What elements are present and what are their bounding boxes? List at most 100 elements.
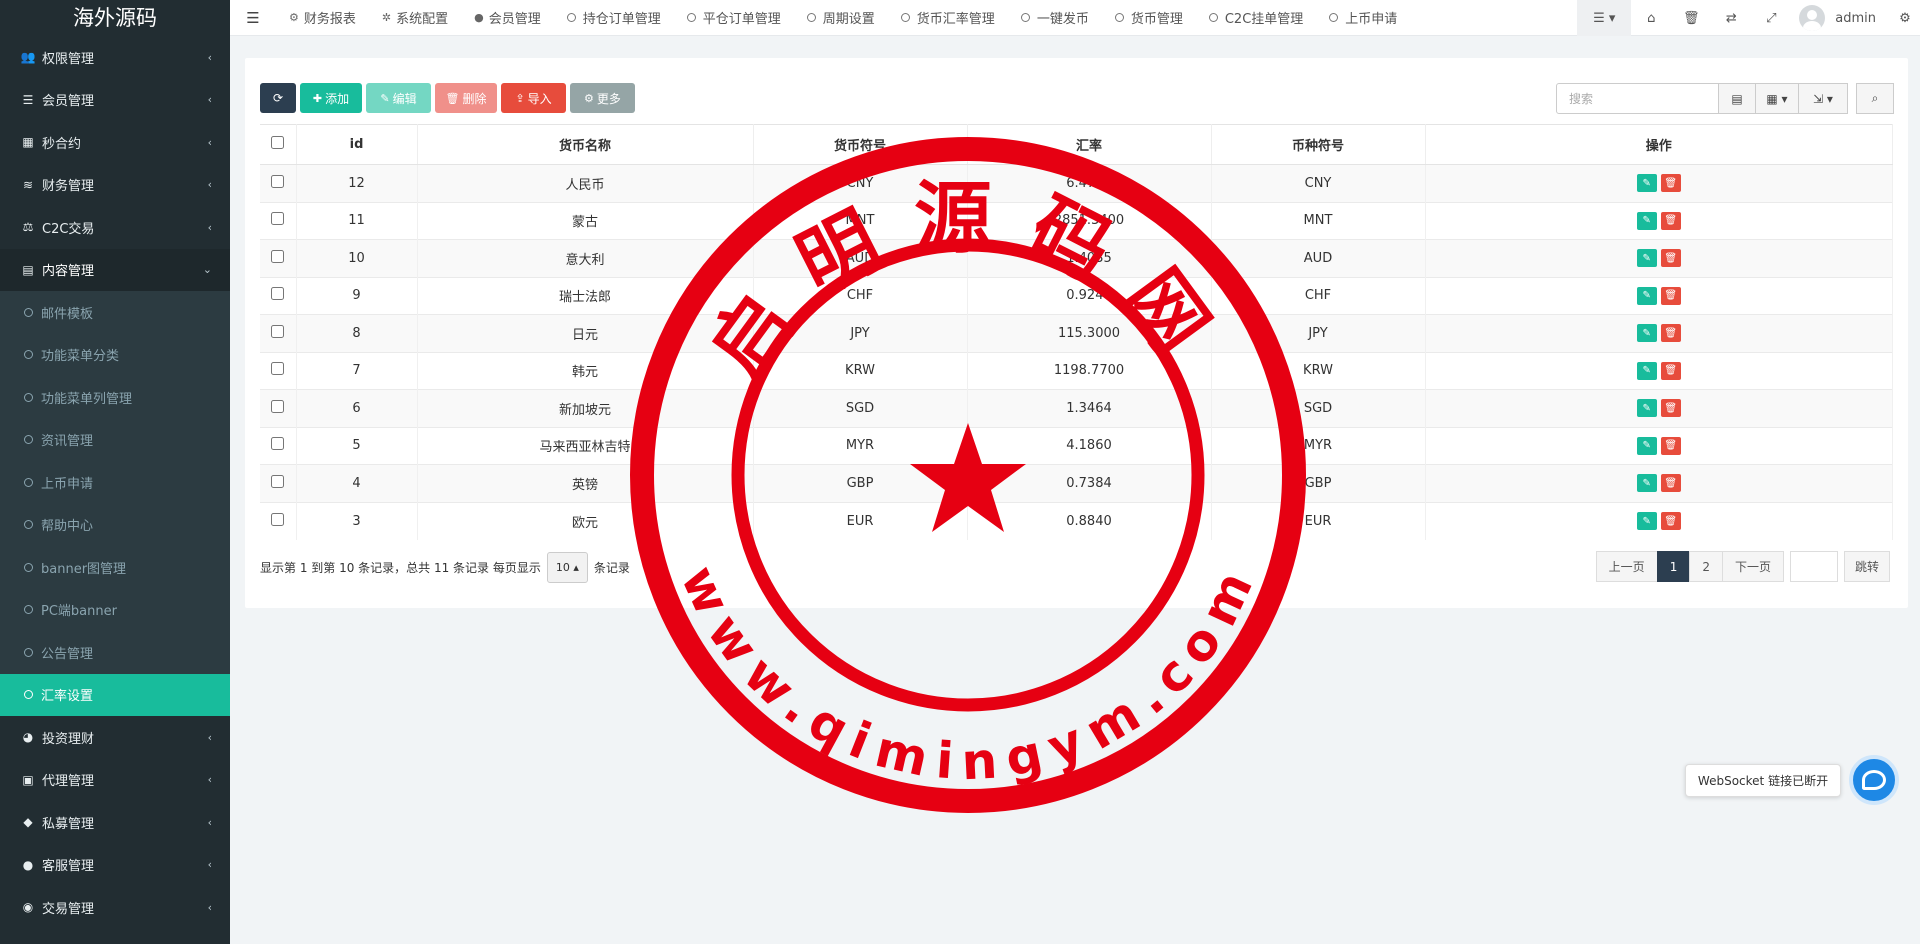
menu-toggle-button[interactable]: ☰ ▾ [1577,0,1632,36]
col-rate[interactable]: 汇率 [967,124,1212,165]
col-id[interactable]: id [296,124,418,165]
col-symbol[interactable]: 币种符号 [1211,124,1426,165]
tab[interactable]: 一键发币 [1008,0,1102,36]
settings-icon[interactable]: ⚙ [1890,0,1920,36]
row-checkbox[interactable] [271,212,285,226]
page-2-button[interactable]: 2 [1689,551,1723,582]
submenu-item[interactable]: 帮助中心 [0,504,230,547]
sidebar-item-diamond[interactable]: ◆ 私募管理 ‹ [0,801,230,844]
search-button[interactable]: ⌕ [1856,83,1894,114]
tab[interactable]: 上币申请 [1316,0,1410,36]
jump-page-input[interactable] [1789,551,1838,582]
row-delete-icon[interactable]: 🗑 [1660,249,1681,268]
more-button[interactable]: ⚙ 更多 [570,83,635,113]
submenu-item[interactable]: PC端banner [0,589,230,632]
submenu-item[interactable]: 功能菜单列管理 [0,376,230,419]
row-checkbox[interactable] [271,174,285,188]
row-delete-icon[interactable]: 🗑 [1660,324,1681,343]
submenu-item[interactable]: 汇率设置 [0,673,230,716]
table-row[interactable]: 4 英镑 GBP 0.7384 GBP ✎ 🗑 [260,464,1893,502]
row-checkbox[interactable] [271,399,285,413]
row-edit-icon[interactable]: ✎ [1636,286,1657,305]
export-button[interactable]: ⇲ ▾ [1798,83,1848,114]
row-edit-icon[interactable]: ✎ [1636,361,1657,380]
refresh-button[interactable]: ⟳ [260,83,296,113]
row-checkbox[interactable] [271,437,285,451]
tab[interactable]: ⚙ 财务报表 [276,0,369,36]
row-delete-icon[interactable]: 🗑 [1660,286,1681,305]
row-edit-icon[interactable]: ✎ [1636,399,1657,418]
table-row[interactable]: 8 日元 JPY 115.3000 JPY ✎ 🗑 [260,314,1893,352]
tab[interactable]: 平仓订单管理 [674,0,794,36]
row-delete-icon[interactable]: 🗑 [1660,211,1681,230]
col-name[interactable]: 货币名称 [417,124,754,165]
row-checkbox[interactable] [271,249,285,263]
tab[interactable]: C2C挂单管理 [1196,0,1316,36]
row-edit-icon[interactable]: ✎ [1636,174,1657,193]
sidebar-item-scale[interactable]: ⚖ C2C交易 ‹ [0,206,230,249]
jump-button[interactable]: 跳转 [1843,551,1890,582]
row-delete-icon[interactable]: 🗑 [1660,399,1681,418]
tab[interactable]: ✲ 系统配置 [369,0,461,36]
submenu-item[interactable]: 资讯管理 [0,419,230,462]
sidebar-item-calendar[interactable]: ▦ 秒合约 ‹ [0,121,230,164]
tab[interactable]: 持仓订单管理 [554,0,674,36]
submenu-item[interactable]: 邮件模板 [0,291,230,334]
sidebar-item-comment[interactable]: ● 客服管理 ‹ [0,844,230,887]
trash-icon[interactable]: 🗑 [1671,0,1711,36]
fullscreen-icon[interactable]: ⤢ [1751,0,1791,36]
toggle-view-button[interactable]: ▤ [1718,83,1756,114]
row-checkbox[interactable] [271,287,285,301]
row-checkbox[interactable] [271,324,285,338]
row-delete-icon[interactable]: 🗑 [1660,512,1681,530]
row-edit-icon[interactable]: ✎ [1636,474,1657,493]
row-edit-icon[interactable]: ✎ [1636,512,1657,530]
tab[interactable]: 周期设置 [794,0,888,36]
sidebar-item-compass[interactable]: ◕ 投资理财 ‹ [0,716,230,759]
delete-button[interactable]: 🗑 删除 [435,83,497,113]
row-checkbox[interactable] [271,474,285,488]
row-edit-icon[interactable]: ✎ [1636,211,1657,230]
row-checkbox[interactable] [271,512,285,526]
table-row[interactable]: 5 马来西亚林吉特 MYR 4.1860 MYR ✎ 🗑 [260,426,1893,465]
tab[interactable]: ● 会员管理 [461,0,554,36]
chat-bubble-icon[interactable] [1849,755,1899,805]
row-edit-icon[interactable]: ✎ [1636,249,1657,268]
language-icon[interactable]: ⇄ [1711,0,1751,36]
table-row[interactable]: 11 蒙古 MNT 2851.3400 MNT ✎ 🗑 [260,201,1893,240]
tab[interactable]: 货币汇率管理 [888,0,1008,36]
table-row[interactable]: 12 人民币 CNY 6.4713 CNY ✎ 🗑 [260,164,1893,202]
row-delete-icon[interactable]: 🗑 [1660,474,1681,493]
table-row[interactable]: 9 瑞士法郎 CHF 0.9240 CHF ✎ 🗑 [260,276,1893,315]
sidebar-item-briefcase[interactable]: ▣ 代理管理 ‹ [0,759,230,802]
table-row[interactable]: 3 欧元 EUR 0.8840 EUR ✎ 🗑 [260,501,1893,540]
columns-button[interactable]: ▦ ▾ [1755,83,1799,114]
table-row[interactable]: 10 意大利 AUD 1.4035 AUD ✎ 🗑 [260,239,1893,277]
submenu-item[interactable]: 公告管理 [0,631,230,674]
sidebar-item-content[interactable]: ▤ 内容管理 ⌄ [0,248,230,291]
prev-page-button[interactable]: 上一页 [1595,551,1658,582]
search-input[interactable] [1556,83,1728,114]
table-row[interactable]: 7 韩元 KRW 1198.7700 KRW ✎ 🗑 [260,351,1893,390]
hamburger-icon[interactable]: ☰ [230,9,276,27]
add-button[interactable]: ✚ 添加 [300,83,362,113]
user-menu[interactable]: admin [1791,0,1890,36]
select-all-checkbox[interactable] [271,136,285,149]
sidebar-item-users[interactable]: 👥 权限管理 ‹ [0,36,230,79]
sidebar-item-list[interactable]: ☰ 会员管理 ‹ [0,79,230,122]
col-code[interactable]: 货币符号 [753,124,968,165]
tab[interactable]: 货币管理 [1102,0,1196,36]
page-size-select[interactable]: 10 ▴ [546,552,588,583]
sidebar-item-eye[interactable]: ◉ 交易管理 ‹ [0,886,230,929]
submenu-item[interactable]: 上币申请 [0,461,230,504]
row-checkbox[interactable] [271,362,285,376]
table-row[interactable]: 6 新加坡元 SGD 1.3464 SGD ✎ 🗑 [260,389,1893,427]
next-page-button[interactable]: 下一页 [1721,551,1784,582]
home-icon[interactable]: ⌂ [1631,0,1671,36]
submenu-item[interactable]: banner图管理 [0,546,230,589]
page-1-button[interactable]: 1 [1656,551,1691,582]
row-edit-icon[interactable]: ✎ [1636,324,1657,343]
sidebar-item-database[interactable]: ≋ 财务管理 ‹ [0,164,230,207]
row-delete-icon[interactable]: 🗑 [1660,361,1681,380]
row-delete-icon[interactable]: 🗑 [1660,174,1681,193]
